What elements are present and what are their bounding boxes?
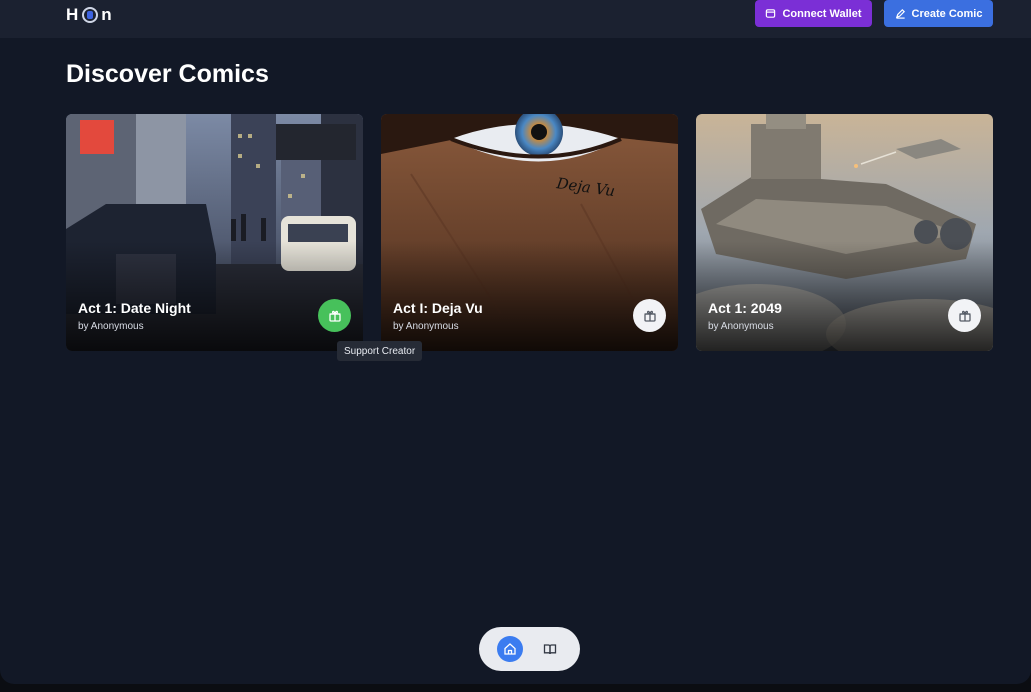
comic-title: Act 1: 2049 xyxy=(708,300,782,316)
nav-library-button[interactable] xyxy=(537,636,563,662)
home-icon xyxy=(504,643,516,655)
card-shade xyxy=(66,241,363,351)
app-logo[interactable]: H n xyxy=(66,4,113,26)
wallet-icon xyxy=(766,9,776,18)
nav-home-button[interactable] xyxy=(497,636,523,662)
support-creator-button[interactable] xyxy=(633,299,666,332)
create-comic-label: Create Comic xyxy=(911,7,983,20)
support-creator-button[interactable] xyxy=(948,299,981,332)
book-open-icon xyxy=(543,644,557,655)
comic-author: by Anonymous xyxy=(708,321,774,332)
pencil-icon xyxy=(895,8,905,19)
card-shade xyxy=(696,241,993,351)
logo-letter-left: H xyxy=(66,5,80,24)
comic-card-date-night[interactable]: Act 1: Date Night by Anonymous xyxy=(66,114,363,351)
comic-title: Act 1: Date Night xyxy=(78,300,191,316)
page-title: Discover Comics xyxy=(66,60,269,88)
comic-card-deja-vu[interactable]: Deja Vu Act I: Deja Vu by Anonymous xyxy=(381,114,678,351)
support-creator-tooltip: Support Creator xyxy=(337,341,423,361)
comic-title: Act I: Deja Vu xyxy=(393,300,483,316)
gift-icon xyxy=(328,310,341,322)
support-creator-button[interactable] xyxy=(318,299,351,332)
create-comic-button[interactable]: Create Comic xyxy=(884,0,993,27)
comic-card-2049[interactable]: Act 1: 2049 by Anonymous xyxy=(696,114,993,351)
comic-author: by Anonymous xyxy=(393,321,459,332)
connect-wallet-label: Connect Wallet xyxy=(782,7,862,20)
top-header: H n Connect Wallet Create Comic xyxy=(0,0,1031,38)
app-window: H n Connect Wallet Create Comic Discover… xyxy=(0,0,1031,684)
logo-letter-right: n xyxy=(101,5,113,24)
gift-icon xyxy=(643,310,656,322)
connect-wallet-button[interactable]: Connect Wallet xyxy=(755,0,872,27)
card-shade xyxy=(381,241,678,351)
bottom-nav xyxy=(479,627,580,671)
shield-logo-icon xyxy=(82,7,99,23)
comic-author: by Anonymous xyxy=(78,321,144,332)
gift-icon xyxy=(958,310,971,322)
